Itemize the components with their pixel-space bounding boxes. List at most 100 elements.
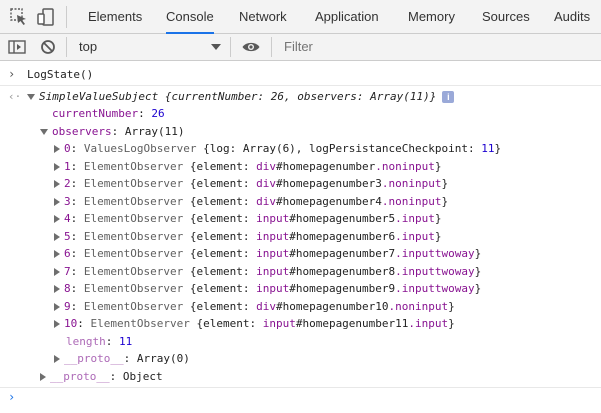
tab-memory[interactable]: Memory <box>408 0 455 33</box>
list-item[interactable]: 1: ElementObserver {element: div#homepag… <box>54 158 442 175</box>
list-item[interactable]: 9: ElementObserver {element: div#homepag… <box>54 298 455 315</box>
clear-console-icon[interactable] <box>38 37 58 57</box>
expand-triangle-icon[interactable] <box>54 198 60 206</box>
element-tag: input <box>256 282 290 295</box>
item-type: ElementObserver <box>83 300 184 313</box>
expand-triangle-icon[interactable] <box>54 145 60 153</box>
element-tag: div <box>256 160 276 173</box>
collapse-triangle-icon[interactable] <box>40 129 48 135</box>
console-toolbar: top <box>0 34 601 61</box>
list-item[interactable]: 0: ValuesLogObserver {log: Array(6), log… <box>54 140 501 157</box>
expand-triangle-icon[interactable] <box>54 250 60 258</box>
device-toggle-icon[interactable] <box>36 7 56 27</box>
element-class: .input <box>395 230 435 243</box>
item-type: ElementObserver <box>83 282 184 295</box>
item-type: ElementObserver <box>83 265 184 278</box>
element-id: #homepagenumber7 <box>289 247 396 260</box>
expand-triangle-icon[interactable] <box>54 320 60 328</box>
expand-triangle-icon[interactable] <box>54 285 60 293</box>
prop-key: observers <box>52 125 112 138</box>
item-preview: {log: Array(6), logPersistanceCheckpoint… <box>203 142 482 155</box>
element-class: .inputtwoway <box>395 247 475 260</box>
result-head[interactable]: ‹· SimpleValueSubject {currentNumber: 26… <box>0 88 601 105</box>
element-id: #homepagenumber4 <box>275 195 382 208</box>
list-item[interactable]: 5: ElementObserver {element: input#homep… <box>54 228 442 245</box>
element-class: .noninput <box>381 195 442 208</box>
observers-row[interactable]: observers: Array(11) <box>40 123 184 140</box>
prop-key: __proto__ <box>64 352 124 365</box>
element-tag: input <box>256 230 290 243</box>
element-tag: div <box>256 300 276 313</box>
length-row: length: 11 <box>66 335 133 348</box>
expand-triangle-icon[interactable] <box>54 355 60 363</box>
eye-icon[interactable] <box>241 37 261 57</box>
item-index: 10 <box>64 317 78 330</box>
toolbar-divider <box>230 37 231 57</box>
item-index: 4 <box>64 212 71 225</box>
inspect-icon[interactable] <box>9 7 29 27</box>
filter-input[interactable] <box>284 34 584 60</box>
proto-row-outer[interactable]: __proto__: Object <box>40 368 163 385</box>
context-selector[interactable]: top <box>79 34 97 60</box>
toolbar-divider <box>66 6 67 28</box>
prop-key: __proto__ <box>50 370 110 383</box>
element-class: .input <box>408 317 449 330</box>
element-class: .noninput <box>381 177 442 190</box>
input-prompt-icon: › <box>8 67 16 81</box>
list-item[interactable]: 7: ElementObserver {element: input#homep… <box>54 263 481 280</box>
list-item[interactable]: 4: ElementObserver {element: input#homep… <box>54 210 442 227</box>
info-icon: i <box>442 91 455 103</box>
item-index: 3 <box>64 195 71 208</box>
command-line: › LogState() <box>0 66 601 83</box>
collapse-triangle-icon[interactable] <box>27 94 35 100</box>
element-tag: div <box>256 195 276 208</box>
expand-triangle-icon[interactable] <box>54 215 60 223</box>
expand-triangle-icon[interactable] <box>54 233 60 241</box>
prompt-chevron-icon: › <box>8 390 16 404</box>
list-item[interactable]: 8: ElementObserver {element: input#homep… <box>54 280 481 297</box>
expand-triangle-icon[interactable] <box>54 268 60 276</box>
list-item[interactable]: 2: ElementObserver {element: div#homepag… <box>54 175 448 192</box>
item-index: 8 <box>64 282 71 295</box>
tab-elements[interactable]: Elements <box>88 0 142 33</box>
item-type: ElementObserver <box>90 317 190 330</box>
tab-network[interactable]: Network <box>239 0 287 33</box>
item-index: 9 <box>64 300 71 313</box>
list-item[interactable]: 10: ElementObserver {element: input#home… <box>54 315 455 332</box>
tab-sources[interactable]: Sources <box>482 0 530 33</box>
item-index: 2 <box>64 177 71 190</box>
prop-key: length <box>66 335 106 348</box>
expand-triangle-icon[interactable] <box>54 180 60 188</box>
prop-value: 11 <box>119 335 133 348</box>
divider <box>0 85 601 86</box>
element-tag: input <box>256 212 290 225</box>
toolbar-divider <box>66 37 67 57</box>
item-index: 5 <box>64 230 71 243</box>
console-sidebar-icon[interactable] <box>7 37 27 57</box>
element-class: .inputtwoway <box>395 282 475 295</box>
item-type: ElementObserver <box>83 160 184 173</box>
proto-row-inner[interactable]: __proto__: Array(0) <box>54 350 190 367</box>
element-tag: input <box>262 317 296 330</box>
element-id: #homepagenumber9 <box>289 282 396 295</box>
prop-value: 26 <box>151 107 165 120</box>
current-number-row: currentNumber: 26 <box>52 107 165 120</box>
expand-triangle-icon[interactable] <box>40 373 46 381</box>
element-class: .noninput <box>388 300 449 313</box>
tab-application[interactable]: Application <box>315 0 379 33</box>
list-item[interactable]: 3: ElementObserver {element: div#homepag… <box>54 193 448 210</box>
item-close: } <box>494 142 502 155</box>
element-id: #homepagenumber8 <box>289 265 396 278</box>
list-item[interactable]: 6: ElementObserver {element: input#homep… <box>54 245 481 262</box>
expand-triangle-icon[interactable] <box>54 303 60 311</box>
prop-value: Object <box>122 370 163 383</box>
console-prompt[interactable]: › <box>0 389 601 406</box>
item-index: 7 <box>64 265 71 278</box>
tab-audits[interactable]: Audits <box>554 0 590 33</box>
item-index: 0 <box>64 142 71 155</box>
tab-console[interactable]: Console <box>166 0 214 34</box>
element-id: #homepagenumber6 <box>289 230 396 243</box>
dropdown-arrow-icon[interactable] <box>211 44 221 50</box>
item-type: ElementObserver <box>83 230 184 243</box>
expand-triangle-icon[interactable] <box>54 163 60 171</box>
